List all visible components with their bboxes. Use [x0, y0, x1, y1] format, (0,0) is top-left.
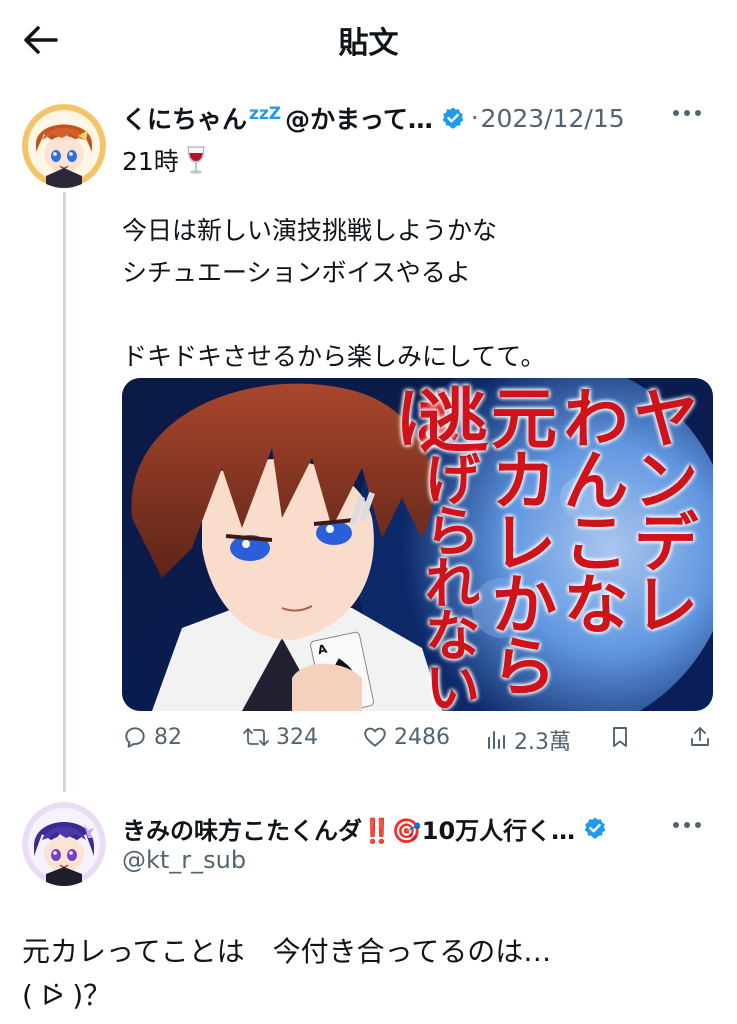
- sleep-emoji: zzZ: [249, 104, 282, 124]
- author-name-suffix[interactable]: @かまって…: [285, 100, 433, 136]
- bookmark-icon: [613, 727, 627, 747]
- retweet-icon: [243, 728, 269, 746]
- more-dot-icon: [695, 110, 701, 116]
- tweet-media-image[interactable]: A ヤンデレ わんこな 元カレからは 逃げられない: [122, 378, 713, 711]
- media-title-big-char: 逃: [407, 384, 490, 450]
- thread-line: [63, 192, 66, 792]
- heart-icon: [364, 727, 386, 747]
- share-icon: [691, 727, 709, 746]
- post-date[interactable]: 2023/12/15: [481, 104, 625, 133]
- page-title: 貼文: [338, 26, 399, 61]
- name-line-2: 21時: [122, 142, 207, 178]
- separator-dot: ·: [470, 104, 479, 132]
- time-label: 21時: [122, 147, 179, 176]
- views-button[interactable]: 2.3萬: [484, 724, 571, 756]
- reply-author-avatar[interactable]: [22, 802, 106, 886]
- wine-glass-icon: [187, 146, 205, 174]
- reply-count: 82: [154, 724, 182, 750]
- verified-badge-icon: [583, 816, 607, 840]
- more-dot-icon: [684, 822, 690, 828]
- more-dot-icon: [684, 110, 690, 116]
- tweet-text: 今日は新しい演技挑戦しようかな シチュエーションボイスやるよ ドキドキさせるから…: [122, 216, 546, 371]
- retweet-button[interactable]: 324: [242, 724, 318, 750]
- media-title-rest: げられない: [415, 450, 481, 710]
- bookmark-button[interactable]: [608, 724, 632, 750]
- more-dot-icon: [673, 110, 679, 116]
- like-count: 2486: [394, 724, 450, 750]
- share-button[interactable]: [688, 724, 712, 750]
- reply-author-name[interactable]: きみの味方こたくんダ‼️🎯10万人行く…: [122, 811, 575, 846]
- reply-icon: [125, 727, 145, 748]
- media-title-line: 逃げられない: [398, 384, 499, 710]
- reply-header: きみの味方こたくんダ‼️🎯10万人行く…: [122, 808, 707, 848]
- like-button[interactable]: 2486: [362, 724, 450, 750]
- reply-button[interactable]: 82: [122, 724, 182, 750]
- author-name[interactable]: くにちゃん: [122, 100, 247, 136]
- more-options-button[interactable]: [667, 104, 707, 122]
- top-bar: 貼文: [0, 0, 737, 80]
- tweet-header: くにちゃん zzZ @かまって… · 2023/12/15: [122, 96, 707, 140]
- more-dot-icon: [673, 822, 679, 828]
- verified-badge-icon: [441, 106, 465, 130]
- tweet-actions: 82 324 2486 2.3萬: [122, 724, 716, 768]
- more-dot-icon: [695, 822, 701, 828]
- analytics-icon: [488, 731, 505, 749]
- reply-more-options-button[interactable]: [667, 816, 707, 834]
- reply-text: 元カレってことは 今付き合ってるのは… ( ᐅ̇ )？: [22, 935, 552, 1012]
- retweet-count: 324: [276, 724, 318, 750]
- reply-author-handle[interactable]: @kt_r_sub: [122, 846, 246, 874]
- views-count: 2.3萬: [514, 730, 571, 755]
- author-avatar[interactable]: [22, 104, 106, 188]
